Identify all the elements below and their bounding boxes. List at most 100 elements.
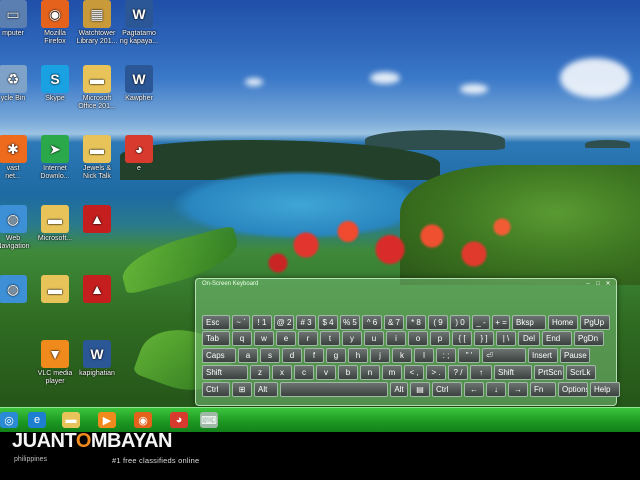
- key-symbol[interactable]: _ -: [472, 315, 490, 330]
- desktop-icon[interactable]: W Kawpher: [104, 65, 174, 103]
- start-orb-icon[interactable]: ◎: [0, 412, 18, 428]
- key-symbol[interactable]: < ,: [404, 365, 424, 380]
- key-del[interactable]: Del: [518, 331, 540, 346]
- desktop-icon[interactable]: ◕ e: [104, 135, 174, 173]
- key-6[interactable]: ^ 6: [362, 315, 382, 330]
- chrome-icon[interactable]: ◕: [170, 412, 188, 428]
- key-insert[interactable]: Insert: [528, 348, 558, 363]
- key-alt[interactable]: Alt: [254, 382, 278, 397]
- osk-title: On-Screen Keyboard: [202, 281, 259, 287]
- key-s[interactable]: s: [260, 348, 280, 363]
- key-z[interactable]: z: [250, 365, 270, 380]
- key-symbol[interactable]: ~ `: [232, 315, 250, 330]
- key-n[interactable]: n: [360, 365, 380, 380]
- key-symbol[interactable]: ⏎: [482, 348, 526, 363]
- key-space[interactable]: [280, 382, 388, 397]
- key-e[interactable]: e: [276, 331, 296, 346]
- key-a[interactable]: a: [238, 348, 258, 363]
- key-2[interactable]: @ 2: [274, 315, 294, 330]
- maximize-icon[interactable]: □: [594, 281, 602, 287]
- media-player-icon[interactable]: ▶: [98, 412, 116, 428]
- desktop-icon[interactable]: Wkapighatian: [62, 340, 132, 378]
- key-0[interactable]: ) 0: [450, 315, 470, 330]
- key-j[interactable]: j: [370, 348, 390, 363]
- key-symbol[interactable]: ↑: [470, 365, 492, 380]
- key-g[interactable]: g: [326, 348, 346, 363]
- key-p[interactable]: p: [430, 331, 450, 346]
- key-symbol[interactable]: " ': [458, 348, 480, 363]
- key-i[interactable]: i: [386, 331, 406, 346]
- key-o[interactable]: o: [408, 331, 428, 346]
- key-symbol[interactable]: ←: [464, 382, 484, 397]
- on-screen-keyboard-taskbar-icon[interactable]: ⌨: [200, 412, 218, 428]
- key-c[interactable]: c: [294, 365, 314, 380]
- island: [585, 140, 630, 148]
- key-ctrl[interactable]: Ctrl: [202, 382, 230, 397]
- key-v[interactable]: v: [316, 365, 336, 380]
- key-symbol[interactable]: ↓: [486, 382, 506, 397]
- key-symbol[interactable]: →: [508, 382, 528, 397]
- key-t[interactable]: t: [320, 331, 340, 346]
- key-l[interactable]: l: [414, 348, 434, 363]
- on-screen-keyboard-window[interactable]: On-Screen Keyboard – □ ✕ Esc ~ `! 1 @ 2 # 3…: [195, 278, 620, 406]
- internet-explorer-icon[interactable]: e: [28, 412, 46, 428]
- key-symbol[interactable]: ⊞: [232, 382, 252, 397]
- key-symbol[interactable]: } ]: [474, 331, 494, 346]
- desktop-icon[interactable]: ▲: [62, 205, 132, 235]
- key-5[interactable]: % 5: [340, 315, 360, 330]
- key-symbol[interactable]: + =: [492, 315, 510, 330]
- key-home[interactable]: Home: [548, 315, 578, 330]
- key-pgdn[interactable]: PgDn: [574, 331, 604, 346]
- key-3[interactable]: # 3: [296, 315, 316, 330]
- desktop-icon[interactable]: ▲: [62, 275, 132, 305]
- key-bksp[interactable]: Bksp: [512, 315, 546, 330]
- key-9[interactable]: ( 9: [428, 315, 448, 330]
- key-options[interactable]: Options: [558, 382, 588, 397]
- key-end[interactable]: End: [542, 331, 572, 346]
- adobe-reader-icon: ▲: [83, 275, 111, 303]
- key-7[interactable]: & 7: [384, 315, 404, 330]
- word-document-icon: W: [83, 340, 111, 368]
- key-r[interactable]: r: [298, 331, 318, 346]
- chrome-icon: ◕: [125, 135, 153, 163]
- key-alt[interactable]: Alt: [390, 382, 408, 397]
- key-help[interactable]: Help: [590, 382, 620, 397]
- minimize-icon[interactable]: –: [584, 281, 592, 287]
- desktop: ▭ mputer ◉ Mozilla Firefox ▦ Watchtower Libra…: [0, 0, 640, 432]
- key-shift[interactable]: Shift: [494, 365, 532, 380]
- key-symbol[interactable]: | \: [496, 331, 516, 346]
- key-m[interactable]: m: [382, 365, 402, 380]
- desktop-icon[interactable]: W Pagtatamo ng kapaya...: [104, 0, 174, 46]
- key-y[interactable]: y: [342, 331, 362, 346]
- key-f[interactable]: f: [304, 348, 324, 363]
- key-tab[interactable]: Tab: [202, 331, 230, 346]
- key-prtscn[interactable]: PrtScn: [534, 365, 564, 380]
- key-symbol[interactable]: ▤: [410, 382, 430, 397]
- key-fn[interactable]: Fn: [530, 382, 556, 397]
- key-u[interactable]: u: [364, 331, 384, 346]
- key-scrlk[interactable]: ScrLk: [566, 365, 596, 380]
- key-k[interactable]: k: [392, 348, 412, 363]
- key-1[interactable]: ! 1: [252, 315, 272, 330]
- key-pgup[interactable]: PgUp: [580, 315, 610, 330]
- key-w[interactable]: w: [254, 331, 274, 346]
- key-d[interactable]: d: [282, 348, 302, 363]
- key-symbol[interactable]: { [: [452, 331, 472, 346]
- key-pause[interactable]: Pause: [560, 348, 590, 363]
- key-esc[interactable]: Esc: [202, 315, 230, 330]
- key-h[interactable]: h: [348, 348, 368, 363]
- key-x[interactable]: x: [272, 365, 292, 380]
- key-symbol[interactable]: > .: [426, 365, 446, 380]
- key-shift[interactable]: Shift: [202, 365, 248, 380]
- key-caps[interactable]: Caps: [202, 348, 236, 363]
- file-explorer-icon[interactable]: ▬: [62, 412, 80, 428]
- key-b[interactable]: b: [338, 365, 358, 380]
- key-q[interactable]: q: [232, 331, 252, 346]
- key-4[interactable]: $ 4: [318, 315, 338, 330]
- key-8[interactable]: * 8: [406, 315, 426, 330]
- key-ctrl[interactable]: Ctrl: [432, 382, 462, 397]
- key-symbol[interactable]: ? /: [448, 365, 468, 380]
- key-symbol[interactable]: : ;: [436, 348, 456, 363]
- firefox-icon[interactable]: ◉: [134, 412, 152, 428]
- close-icon[interactable]: ✕: [604, 281, 612, 287]
